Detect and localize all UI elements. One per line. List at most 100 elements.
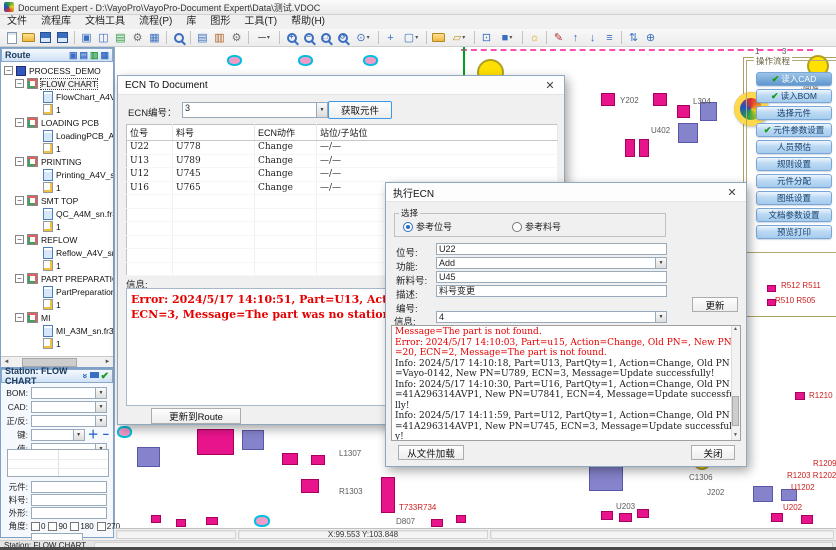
add-key-icon[interactable]: ＋ — [88, 430, 99, 440]
layer-list-icon[interactable]: ≡ — [601, 30, 618, 46]
tree-group[interactable]: −FLOW CHART — [1, 77, 113, 90]
scroll-right-icon[interactable]: ► — [102, 359, 113, 365]
line-style-icon[interactable]: ─▾ — [252, 30, 276, 46]
doc-import-icon[interactable]: ▥ — [211, 30, 228, 46]
doc-export-icon[interactable]: ▤ — [194, 30, 211, 46]
workflow-step-button[interactable]: ✔元件参数设置 — [756, 123, 832, 137]
workflow-step-button[interactable]: 规则设置 — [756, 157, 832, 171]
menu-item[interactable]: 流程库 — [34, 15, 78, 29]
scroll-up-icon[interactable]: ▲ — [732, 326, 739, 334]
tree-group[interactable]: −REFLOW — [1, 233, 113, 246]
expander-icon[interactable]: − — [15, 313, 24, 322]
tree-count[interactable]: −1 — [1, 142, 113, 155]
angle-270-checkbox[interactable] — [97, 522, 106, 531]
expander-icon[interactable]: − — [4, 66, 13, 75]
part-input[interactable] — [31, 481, 107, 493]
tree-group[interactable]: −PRINTING — [1, 155, 113, 168]
tree-group[interactable]: −LOADING PCB — [1, 116, 113, 129]
ecn-table-row[interactable]: U12U745Change—/— — [127, 168, 558, 182]
zoom-out-icon[interactable]: − — [300, 30, 317, 46]
library-folder-icon[interactable] — [430, 30, 447, 46]
add-point-icon[interactable]: ⊕ — [642, 30, 659, 46]
tree-doc[interactable]: −MI_A3M_sn.fr3 — [1, 324, 113, 337]
ref-designator-radio[interactable]: 参考位号 — [403, 220, 452, 233]
ref-input[interactable]: U22 — [436, 243, 667, 255]
panel-window-icon[interactable]: ▣ — [69, 51, 78, 60]
key-select[interactable]: ▼ — [31, 429, 85, 441]
ecn-table-row[interactable]: U22U778Change—/— — [127, 141, 558, 155]
scroll-down-icon[interactable]: ▼ — [732, 432, 739, 440]
tree-count[interactable]: −1 — [1, 259, 113, 272]
report-doc-icon[interactable]: ▤ — [112, 30, 129, 46]
apply-check-icon[interactable]: ✔ — [101, 371, 109, 382]
ecn-dialog-titlebar[interactable]: ECN To Document ✕ — [118, 76, 564, 95]
new-pn-input[interactable]: U45 — [436, 271, 667, 283]
zoom-all-icon[interactable]: ↺ — [334, 30, 351, 46]
settings-gear-icon[interactable]: ⚙ — [129, 30, 146, 46]
expander-icon[interactable]: − — [15, 118, 24, 127]
panel-print-icon[interactable]: ▥ — [90, 51, 99, 60]
shape-select-icon[interactable]: ■▾ — [495, 30, 519, 46]
new-file-icon[interactable] — [3, 30, 20, 46]
save-all-icon[interactable] — [54, 30, 71, 46]
update-button[interactable]: 更新 — [692, 297, 738, 312]
close-button[interactable]: 关闭 — [691, 445, 735, 460]
column-header[interactable]: 站位/子站位 — [317, 125, 558, 141]
exec-log-scrollbar[interactable]: ▲ ▼ — [731, 326, 740, 440]
copy-doc-icon[interactable]: ◫ — [95, 30, 112, 46]
workflow-step-button[interactable]: 文档参数设置 — [756, 208, 832, 222]
key-value-list[interactable] — [7, 449, 109, 477]
tree-count[interactable]: −1 — [1, 220, 113, 233]
side-select[interactable]: ▼ — [31, 415, 107, 427]
workflow-step-button[interactable]: 预览打印 — [756, 225, 832, 239]
tree-group[interactable]: −MI — [1, 311, 113, 324]
menu-item[interactable]: 文档工具 — [78, 15, 132, 29]
column-header[interactable]: 位号 — [127, 125, 173, 141]
swap-sides-icon[interactable]: ⇅ — [625, 30, 642, 46]
menu-item[interactable]: 流程(P) — [132, 15, 179, 29]
tree-count[interactable]: −1 — [1, 181, 113, 194]
bom-select[interactable]: ▼ — [31, 387, 107, 399]
tree-doc[interactable]: −QC_A4M_sn.fr3 — [1, 207, 113, 220]
zoom-window-icon[interactable]: □ — [317, 30, 334, 46]
options-gear-icon[interactable]: ⚙ — [228, 30, 245, 46]
highlight-bulb-icon[interactable]: ☼ — [526, 30, 543, 46]
menu-item[interactable]: 库 — [179, 15, 203, 29]
menu-item[interactable]: 工具(T) — [237, 15, 284, 29]
angle-0-checkbox[interactable] — [31, 522, 40, 531]
exec-log-box[interactable]: Message=The part is not found.Error: 202… — [391, 325, 741, 441]
save-file-icon[interactable] — [37, 30, 54, 46]
expander-icon[interactable]: − — [15, 196, 24, 205]
tree-doc[interactable]: −LoadingPCB_A4V_s. — [1, 129, 113, 142]
tree-count[interactable]: −1 — [1, 337, 113, 350]
workflow-step-button[interactable]: 图纸设置 — [756, 191, 832, 205]
number-select[interactable]: 4▼ — [436, 311, 667, 323]
get-parts-button[interactable]: 获取元件 — [328, 101, 392, 119]
expander-icon[interactable]: − — [15, 235, 24, 244]
tree-group[interactable]: −PART PREPARATION — [1, 272, 113, 285]
refresh-view-icon[interactable]: ▣ — [78, 30, 95, 46]
expander-icon[interactable]: − — [15, 79, 24, 88]
open-file-icon[interactable] — [20, 30, 37, 46]
zoom-in-icon[interactable]: + — [283, 30, 300, 46]
tree-root[interactable]: −PROCESS_DEMO — [1, 64, 113, 77]
remove-key-icon[interactable]: − — [103, 430, 109, 440]
tree-doc[interactable]: −FlowChart_A4V_sn. — [1, 90, 113, 103]
load-from-file-button[interactable]: 从文件加载 — [398, 445, 464, 460]
exec-dialog-titlebar[interactable]: 执行ECN ✕ — [386, 183, 746, 202]
select-mode-icon[interactable]: ▢▾ — [399, 30, 423, 46]
description-input[interactable]: 料号变更 — [436, 285, 667, 297]
save-station-icon[interactable] — [90, 372, 99, 381]
menu-item[interactable]: 帮助(H) — [284, 15, 332, 29]
print-preview-icon[interactable] — [170, 30, 187, 46]
shape-input[interactable] — [31, 507, 107, 519]
close-icon[interactable]: ✕ — [543, 79, 557, 92]
ref-partnumber-radio[interactable]: 参考料号 — [512, 220, 561, 233]
zoom-select-icon[interactable]: ⊙▾ — [351, 30, 375, 46]
panel-report-icon[interactable]: ▤ — [79, 51, 88, 60]
panel-monitor-icon[interactable]: ▦ — [100, 51, 109, 60]
tree-count[interactable]: −1 — [1, 103, 113, 116]
scroll-thumb[interactable] — [732, 396, 739, 426]
workflow-step-button[interactable]: 选择元件 — [756, 106, 832, 120]
workflow-step-button[interactable]: ✔读入BOM — [756, 89, 832, 103]
